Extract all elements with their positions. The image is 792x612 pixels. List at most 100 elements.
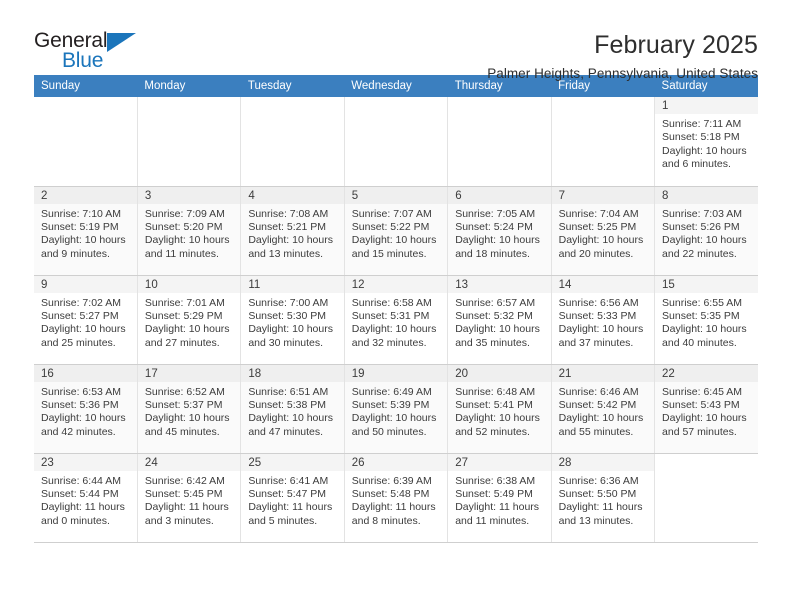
sunrise-text: Sunrise: 6:49 AM [351,385,432,398]
logo-text-blue: Blue [62,49,104,72]
calendar-day-cell[interactable]: 23 Sunrise: 6:44 AM Sunset: 5:44 PM Dayligh… [34,453,138,543]
sunrise-text: Sunrise: 6:38 AM [455,474,536,487]
calendar-day-cell[interactable]: 24 Sunrise: 6:42 AM Sunset: 5:45 PM Dayligh… [137,453,242,543]
day-number: 16 [34,364,137,382]
sunset-text: Sunset: 5:50 PM [558,487,637,500]
daylight-text: Daylight: 10 hours and 40 minutes. [662,323,747,349]
daylight-text: Daylight: 10 hours and 6 minutes. [662,144,747,171]
day-cell-inner: 11 Sunrise: 7:00 AM Sunset: 5:30 PM Dayligh… [241,275,344,364]
sunrise-text: Sunrise: 6:52 AM [144,385,225,398]
day-number: 3 [137,186,241,204]
day-details: Sunrise: 6:56 AM Sunset: 5:33 PM Daylight:… [552,293,654,351]
calendar-day-cell[interactable]: 13 Sunrise: 6:57 AM Sunset: 5:32 PM Dayligh… [447,275,552,365]
daylight-text: Daylight: 10 hours and 9 minutes. [41,234,126,260]
calendar-day-cell[interactable]: 5 Sunrise: 7:07 AM Sunset: 5:22 PM Daylight… [344,186,449,276]
day-details: Sunrise: 6:46 AM Sunset: 5:42 PM Daylight:… [552,382,654,440]
calendar-day-cell[interactable]: 16 Sunrise: 6:53 AM Sunset: 5:36 PM Dayligh… [34,364,138,454]
sunset-text: Sunset: 5:44 PM [41,487,119,500]
sunset-text: Sunset: 5:35 PM [662,309,740,322]
daylight-text: Daylight: 11 hours and 11 minutes. [455,501,540,527]
sunset-text: Sunset: 5:32 PM [455,309,533,322]
calendar-day-cell[interactable]: 18 Sunrise: 6:51 AM Sunset: 5:38 PM Dayligh… [240,364,345,454]
sunrise-text: Sunrise: 6:46 AM [558,385,639,398]
day-cell-inner: 10 Sunrise: 7:01 AM Sunset: 5:29 PM Dayligh… [137,275,241,364]
day-number: 9 [34,275,137,293]
day-cell-inner: 24 Sunrise: 6:42 AM Sunset: 5:45 PM Dayligh… [137,453,241,542]
calendar-week-row: 2 Sunrise: 7:10 AM Sunset: 5:19 PM Daylight… [34,186,758,276]
calendar-day-cell[interactable]: 4 Sunrise: 7:08 AM Sunset: 5:21 PM Daylight… [240,186,345,276]
day-details: Sunrise: 7:07 AM Sunset: 5:22 PM Daylight:… [345,204,447,262]
sunset-text: Sunset: 5:26 PM [662,220,740,233]
sunrise-sunset-calendar: Sunday Monday Tuesday Wednesday Thursday… [34,75,758,543]
calendar-day-cell[interactable]: 3 Sunrise: 7:09 AM Sunset: 5:20 PM Daylight… [137,186,242,276]
day-number: 22 [655,364,758,382]
calendar-day-cell[interactable]: 25 Sunrise: 6:41 AM Sunset: 5:47 PM Dayligh… [240,453,345,543]
day-cell-inner: 26 Sunrise: 6:39 AM Sunset: 5:48 PM Dayligh… [344,453,448,542]
day-number: 15 [655,275,758,293]
day-details: Sunrise: 6:39 AM Sunset: 5:48 PM Daylight:… [345,471,447,529]
day-details: Sunrise: 6:48 AM Sunset: 5:41 PM Daylight:… [448,382,550,440]
day-number: 20 [448,364,551,382]
sunset-text: Sunset: 5:33 PM [558,309,637,322]
calendar-cell-empty [137,97,242,187]
calendar-day-cell[interactable]: 27 Sunrise: 6:38 AM Sunset: 5:49 PM Dayligh… [447,453,552,543]
day-number: 1 [655,97,758,114]
sunrise-text: Sunrise: 6:56 AM [558,296,639,309]
day-cell-inner: 8 Sunrise: 7:03 AM Sunset: 5:26 PM Daylight… [655,186,758,275]
day-number-bar [138,97,240,114]
sunset-text: Sunset: 5:47 PM [248,487,326,500]
daylight-text: Daylight: 10 hours and 13 minutes. [248,234,333,260]
calendar-cell-empty [447,97,552,187]
calendar-day-cell[interactable]: 8 Sunrise: 7:03 AM Sunset: 5:26 PM Daylight… [654,186,758,276]
sunset-text: Sunset: 5:37 PM [144,398,223,411]
day-cell-inner: 17 Sunrise: 6:52 AM Sunset: 5:37 PM Dayligh… [137,364,241,453]
day-number: 28 [551,453,655,471]
sunset-text: Sunset: 5:25 PM [558,220,637,233]
sunrise-text: Sunrise: 6:48 AM [455,385,536,398]
page-header: General Blue February 2025 Palmer Height… [34,0,758,81]
day-cell-inner: 14 Sunrise: 6:56 AM Sunset: 5:33 PM Dayligh… [551,275,655,364]
day-number: 11 [241,275,344,293]
day-details: Sunrise: 6:45 AM Sunset: 5:43 PM Daylight:… [655,382,758,440]
calendar-day-cell[interactable]: 26 Sunrise: 6:39 AM Sunset: 5:48 PM Dayligh… [344,453,449,543]
day-cell-inner: 25 Sunrise: 6:41 AM Sunset: 5:47 PM Dayligh… [241,453,344,542]
day-cell-inner: 1 Sunrise: 7:11 AM Sunset: 5:18 PM Daylight… [655,97,758,186]
sunset-text: Sunset: 5:30 PM [248,309,326,322]
day-cell-inner: 4 Sunrise: 7:08 AM Sunset: 5:21 PM Daylight… [241,186,344,275]
calendar-day-cell[interactable]: 12 Sunrise: 6:58 AM Sunset: 5:31 PM Dayligh… [344,275,449,365]
calendar-day-cell[interactable]: 15 Sunrise: 6:55 AM Sunset: 5:35 PM Dayligh… [654,275,758,365]
calendar-day-cell[interactable]: 28 Sunrise: 6:36 AM Sunset: 5:50 PM Dayligh… [551,453,656,543]
day-number-bar [552,97,654,114]
calendar-day-cell[interactable]: 14 Sunrise: 6:56 AM Sunset: 5:33 PM Dayligh… [551,275,656,365]
calendar-day-cell[interactable]: 19 Sunrise: 6:49 AM Sunset: 5:39 PM Dayligh… [344,364,449,454]
daylight-text: Daylight: 10 hours and 52 minutes. [455,412,540,438]
day-number: 4 [241,186,344,204]
sunset-text: Sunset: 5:24 PM [455,220,533,233]
page-subtitle: Palmer Heights, Pennsylvania, United Sta… [487,66,758,82]
calendar-day-cell[interactable]: 17 Sunrise: 6:52 AM Sunset: 5:37 PM Dayligh… [137,364,242,454]
calendar-day-cell[interactable]: 22 Sunrise: 6:45 AM Sunset: 5:43 PM Dayligh… [654,364,758,454]
day-details: Sunrise: 6:51 AM Sunset: 5:38 PM Daylight:… [241,382,343,440]
calendar-day-cell[interactable]: 9 Sunrise: 7:02 AM Sunset: 5:27 PM Daylight… [34,275,138,365]
calendar-day-cell[interactable]: 11 Sunrise: 7:00 AM Sunset: 5:30 PM Dayligh… [240,275,345,365]
daylight-text: Daylight: 10 hours and 22 minutes. [662,234,747,260]
calendar-day-cell[interactable]: 10 Sunrise: 7:01 AM Sunset: 5:29 PM Dayligh… [137,275,242,365]
day-number: 12 [344,275,448,293]
daylight-text: Daylight: 10 hours and 45 minutes. [144,412,230,438]
calendar-day-cell[interactable]: 2 Sunrise: 7:10 AM Sunset: 5:19 PM Daylight… [34,186,138,276]
sunrise-text: Sunrise: 7:03 AM [662,207,742,220]
day-details: Sunrise: 7:10 AM Sunset: 5:19 PM Daylight:… [34,204,137,262]
sunset-text: Sunset: 5:22 PM [351,220,430,233]
calendar-day-cell[interactable]: 20 Sunrise: 6:48 AM Sunset: 5:41 PM Dayligh… [447,364,552,454]
calendar-day-cell[interactable]: 1 Sunrise: 7:11 AM Sunset: 5:18 PM Daylight… [654,97,758,187]
calendar-day-cell[interactable]: 7 Sunrise: 7:04 AM Sunset: 5:25 PM Daylight… [551,186,656,276]
day-details: Sunrise: 7:02 AM Sunset: 5:27 PM Daylight:… [34,293,137,351]
sunrise-text: Sunrise: 6:51 AM [248,385,329,398]
day-number: 18 [241,364,344,382]
calendar-day-cell[interactable]: 6 Sunrise: 7:05 AM Sunset: 5:24 PM Daylight… [447,186,552,276]
day-number: 25 [241,453,344,471]
calendar-day-cell[interactable]: 21 Sunrise: 6:46 AM Sunset: 5:42 PM Dayligh… [551,364,656,454]
weekday-header-tuesday: Tuesday [240,75,345,97]
triangle-icon [107,33,136,52]
sunrise-text: Sunrise: 7:08 AM [248,207,329,220]
